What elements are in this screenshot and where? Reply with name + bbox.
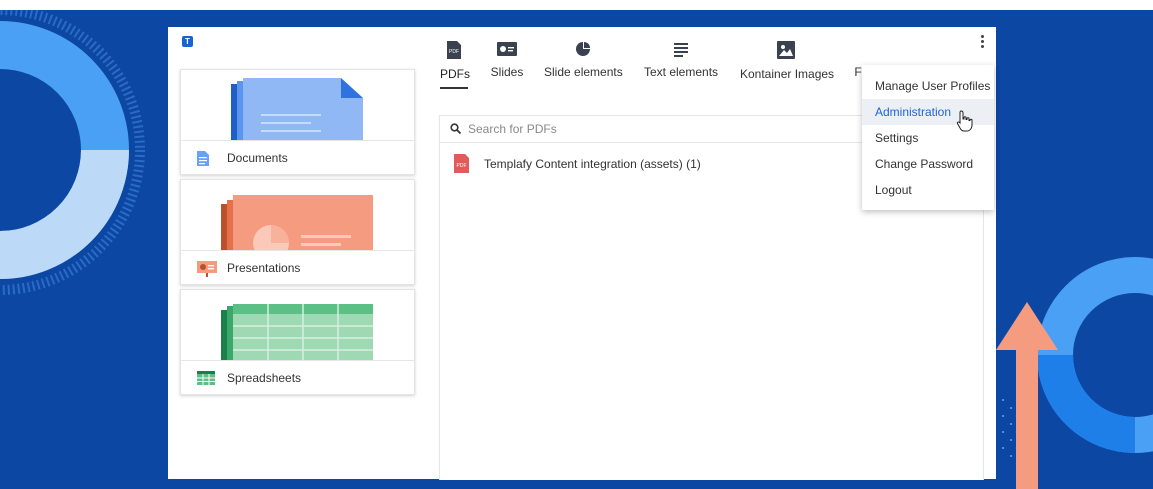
menu-item-administration[interactable]: Administration: [862, 99, 994, 125]
right-ring-dark-decoration: [1037, 354, 1136, 453]
pdf-icon: PDF: [447, 41, 461, 59]
tab-kontainer-images[interactable]: Kontainer Images: [740, 41, 834, 87]
user-dropdown-menu: Manage User Profiles Administration Sett…: [862, 65, 994, 210]
text-lines-icon: [674, 43, 688, 57]
card-footer: Documents: [181, 140, 414, 174]
active-tab-indicator: [440, 87, 468, 89]
more-options-icon[interactable]: [976, 35, 988, 49]
search-input[interactable]: [468, 119, 848, 139]
presentation-icon: [197, 261, 217, 277]
tab-slides[interactable]: Slides: [489, 41, 525, 87]
pie-chart-icon: [576, 41, 591, 56]
tab-pdfs[interactable]: PDF PDFs: [440, 41, 470, 89]
card-presentations[interactable]: Presentations: [180, 179, 415, 285]
card-footer: Presentations: [181, 250, 414, 284]
search-icon: [450, 123, 461, 134]
card-label: Spreadsheets: [227, 371, 302, 385]
card-documents[interactable]: Documents: [180, 69, 415, 175]
list-item-label: Templafy Content integration (assets) (1…: [484, 157, 701, 171]
pdf-file-icon: PDF: [454, 154, 469, 173]
document-icon: [197, 151, 209, 166]
hand-pointer-cursor-icon: [956, 110, 973, 132]
card-spreadsheets[interactable]: Spreadsheets: [180, 289, 415, 395]
spreadsheet-icon: [197, 371, 215, 385]
left-ring-light-decoration: [0, 149, 129, 279]
menu-item-logout[interactable]: Logout: [862, 177, 994, 203]
card-footer: Spreadsheets: [181, 360, 414, 394]
menu-item-manage-user-profiles[interactable]: Manage User Profiles: [862, 73, 994, 99]
tab-truncated[interactable]: F: [854, 41, 862, 87]
presentations-illustration: [181, 180, 414, 250]
app-logo[interactable]: T: [182, 36, 193, 47]
tab-slide-elements[interactable]: Slide elements: [544, 41, 623, 87]
card-label: Documents: [227, 151, 288, 165]
menu-item-change-password[interactable]: Change Password: [862, 151, 994, 177]
svg-text:PDF: PDF: [449, 49, 459, 55]
card-label: Presentations: [227, 261, 301, 275]
image-icon: [777, 41, 795, 59]
tab-text-elements[interactable]: Text elements: [644, 41, 718, 87]
menu-item-settings[interactable]: Settings: [862, 125, 994, 151]
svg-text:PDF: PDF: [457, 163, 467, 169]
slides-icon: [497, 42, 517, 56]
spreadsheets-illustration: [181, 290, 414, 360]
documents-illustration: [181, 70, 414, 140]
